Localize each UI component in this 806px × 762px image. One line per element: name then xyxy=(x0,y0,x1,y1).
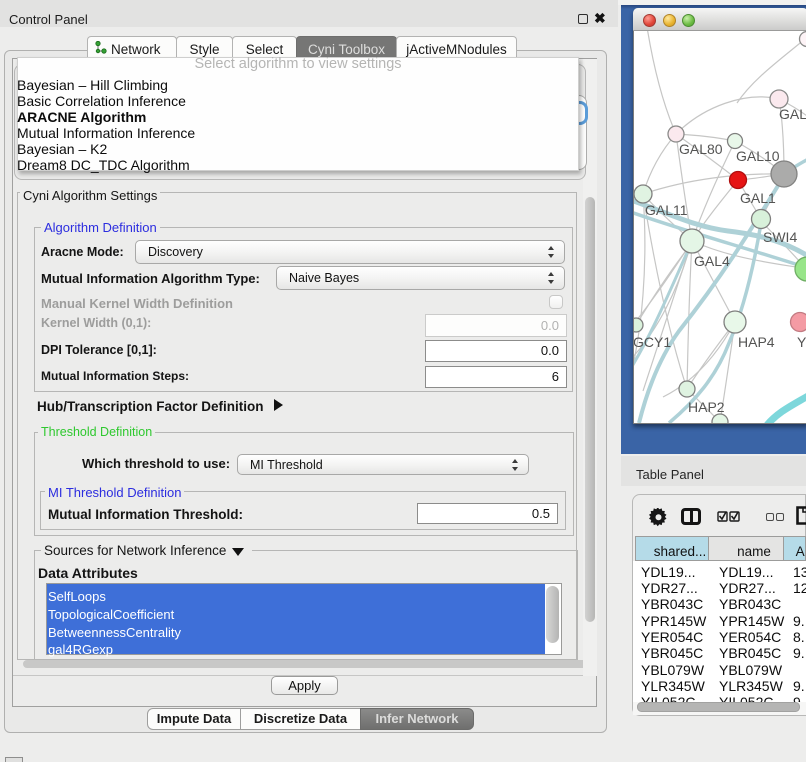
svg-text:GAL11: GAL11 xyxy=(645,202,688,218)
svg-text:YJ: YJ xyxy=(797,334,806,350)
svg-text:GAL1: GAL1 xyxy=(740,190,776,206)
svg-text:GAL7: GAL7 xyxy=(779,106,806,122)
svg-text:GAL10: GAL10 xyxy=(736,148,780,164)
svg-text:HAP2: HAP2 xyxy=(688,399,725,415)
svg-text:SWI4: SWI4 xyxy=(763,229,797,245)
svg-text:GAL80: GAL80 xyxy=(679,141,723,157)
svg-text:GAL4: GAL4 xyxy=(694,253,730,269)
svg-text:HAP4: HAP4 xyxy=(738,334,775,350)
svg-text:GCY1: GCY1 xyxy=(634,334,671,350)
